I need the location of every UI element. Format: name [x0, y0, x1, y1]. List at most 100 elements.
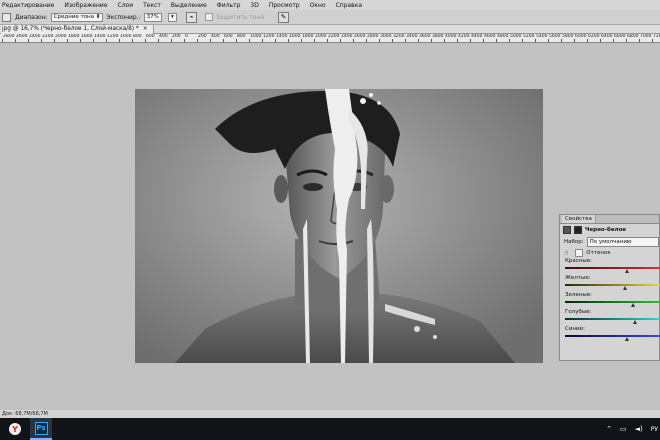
ruler-tick — [15, 39, 16, 42]
slider-thumb[interactable] — [631, 303, 635, 307]
slider-thumb[interactable] — [633, 320, 637, 324]
channel-slider[interactable]: Красные: — [560, 258, 660, 275]
ruler-tick-label: 1600 — [81, 34, 93, 39]
volume-icon[interactable]: ◄) — [635, 425, 643, 433]
ruler-tick-label: 6400 — [601, 34, 613, 39]
channel-gradient-bar[interactable] — [565, 335, 660, 337]
menu-item[interactable]: 3D — [250, 2, 258, 9]
close-icon[interactable]: × — [143, 26, 148, 32]
ruler-tick-label: 3000 — [380, 34, 392, 39]
ruler-tick-label: 1200 — [263, 34, 275, 39]
ruler-tick — [509, 39, 510, 42]
preset-select-value: По умолчанию — [589, 238, 632, 245]
network-icon[interactable]: ▭ — [620, 425, 627, 433]
slider-thumb[interactable] — [625, 269, 629, 273]
photoshop-icon: Ps — [34, 421, 48, 435]
channel-slider-label: Желтые: — [565, 275, 591, 281]
ruler-tick-label: 4400 — [471, 34, 483, 39]
ruler-tick-label: 5600 — [549, 34, 561, 39]
ruler-tick-label: 400 — [159, 34, 168, 39]
channel-slider[interactable]: Синие: — [560, 326, 660, 343]
system-tray: ⌃ ▭ ◄) РУ — [606, 418, 660, 440]
preset-label: Набор: — [564, 238, 584, 245]
ruler-tick-label: 6000 — [575, 34, 587, 39]
document-tab[interactable]: jpg @ 16,7% (Черно-белое 1, Слой-маска/8… — [1, 24, 154, 34]
menu-item[interactable]: Выделение — [171, 2, 207, 9]
ruler-tick — [327, 39, 328, 42]
ruler-tick — [314, 39, 315, 42]
menu-item[interactable]: Редактирование — [2, 2, 54, 9]
ruler-tick — [223, 39, 224, 42]
ruler-tick-label: 4000 — [445, 34, 457, 39]
ruler-tick — [106, 39, 107, 42]
slider-thumb[interactable] — [623, 286, 627, 290]
exposure-field[interactable]: 37% — [143, 12, 162, 22]
ruler-tick-label: 400 — [211, 34, 220, 39]
channel-gradient-bar[interactable] — [565, 284, 660, 286]
tint-row: ☝ Оттенок — [560, 247, 659, 258]
ruler-tick — [418, 39, 419, 42]
ruler-tick — [522, 39, 523, 42]
chevron-up-icon[interactable]: ⌃ — [606, 425, 612, 433]
ruler-tick-label: 3400 — [406, 34, 418, 39]
menu-item[interactable]: Справка — [336, 2, 362, 9]
channel-slider[interactable]: Зеленые: — [560, 292, 660, 309]
document-size-readout: Док: 68,7M/68,7M — [2, 411, 48, 417]
ruler-tick — [600, 39, 601, 42]
ruler-tick-label: 3800 — [432, 34, 444, 39]
protect-tones-checkbox[interactable] — [204, 13, 213, 21]
slider-thumb[interactable] — [625, 337, 629, 341]
ruler-tick-label: 1000 — [250, 34, 262, 39]
chevron-down-icon: ⬍ — [94, 14, 101, 20]
ruler-tick — [28, 39, 29, 42]
ruler-tick — [67, 39, 68, 42]
language-indicator[interactable]: РУ — [651, 426, 658, 433]
menu-item[interactable]: Фильтр — [217, 2, 241, 9]
menu-item[interactable]: Окно — [310, 2, 326, 9]
menu-item[interactable]: Текст — [143, 2, 161, 9]
tool-preset-picker[interactable] — [2, 12, 11, 22]
ruler-tick — [379, 39, 380, 42]
ruler-tick-label: 0 — [185, 34, 188, 39]
ruler-tick-label: 600 — [224, 34, 233, 39]
exposure-dropdown[interactable]: ▾ — [167, 12, 177, 22]
channel-gradient-bar[interactable] — [565, 318, 660, 320]
airbrush-icon[interactable]: ⌁ — [185, 11, 197, 23]
ruler-tick — [2, 39, 3, 42]
taskbar-photoshop[interactable]: Ps — [30, 418, 52, 440]
preset-select[interactable]: По умолчанию — [586, 236, 659, 247]
properties-tab[interactable]: Свойства — [562, 215, 596, 223]
channel-slider[interactable]: Голубые: — [560, 309, 660, 326]
channel-slider[interactable]: Желтые: — [560, 275, 660, 292]
ruler-tick-label: 5800 — [562, 34, 574, 39]
ruler-tick — [652, 39, 653, 42]
channel-gradient-bar[interactable] — [565, 267, 660, 269]
taskbar-yandex-browser[interactable]: Y — [4, 418, 26, 440]
menu-item[interactable]: Просмотр — [269, 2, 300, 9]
ruler-tick — [470, 39, 471, 42]
mask-icon[interactable] — [574, 226, 582, 234]
ruler-tick-label: 200 — [198, 34, 207, 39]
menu-item[interactable]: Изображение — [64, 2, 107, 9]
status-bar: Док: 68,7M/68,7M — [0, 410, 660, 418]
menu-bar: Редактирование Изображение Слои Текст Выделе… — [0, 0, 660, 10]
ruler-tick-label: 2200 — [328, 34, 340, 39]
ruler-tick — [535, 39, 536, 42]
tint-checkbox[interactable] — [575, 248, 584, 257]
exposure-label: Экспонир.: — [106, 13, 141, 21]
ruler-tick-label: 7200 — [653, 34, 660, 39]
pressure-icon[interactable]: ✎ — [278, 11, 290, 23]
channel-gradient-bar[interactable] — [565, 301, 660, 303]
ruler-tick-label: 2800 — [367, 34, 379, 39]
range-select[interactable]: Средние тона ⬍ — [50, 12, 104, 22]
adjustment-title: Черно-белое — [585, 227, 627, 233]
ruler-tick — [54, 39, 55, 42]
targeted-adjust-icon[interactable]: ☝ — [564, 249, 568, 257]
options-bar: Диапазон: Средние тона ⬍ Экспонир.: 37% … — [0, 10, 660, 25]
menu-item[interactable]: Слои — [118, 2, 134, 9]
yandex-browser-icon: Y — [9, 423, 21, 435]
ruler-tick — [249, 39, 250, 42]
adjustment-icon[interactable] — [563, 226, 571, 234]
ruler-tick-label: 5400 — [536, 34, 548, 39]
document-image[interactable] — [135, 89, 543, 363]
